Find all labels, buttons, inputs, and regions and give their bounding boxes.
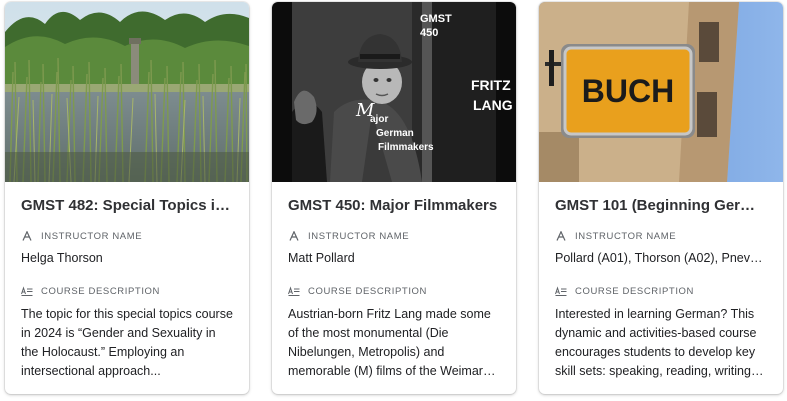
image-text-subtitle-1: ajor [370, 114, 388, 125]
image-text-subtitle-2: German [376, 128, 414, 139]
instructor-name: Pollard (A01), Thorson (A02), Pnevmonido… [555, 251, 767, 265]
instructor-label-row: INSTRUCTOR NAME [21, 229, 233, 243]
instructor-icon [21, 230, 33, 242]
instructor-label: INSTRUCTOR NAME [575, 230, 677, 242]
course-card-gmst-450[interactable]: GMST 450 FRITZ LANG M ajor German Filmma… [272, 2, 516, 394]
image-text-course-code-1: GMST [420, 13, 452, 25]
image-text-sign: BUCH [582, 73, 674, 109]
instructor-label: INSTRUCTOR NAME [308, 230, 410, 242]
description-label-row: COURSE DESCRIPTION [288, 284, 500, 298]
course-image-buch-sign: BUCH [539, 2, 783, 182]
instructor-icon [288, 230, 300, 242]
image-text-director-2: LANG [473, 97, 513, 113]
image-text-course-code-2: 450 [420, 27, 438, 39]
course-description: Austrian-born Fritz Lang made some of th… [288, 307, 491, 378]
description-label: COURSE DESCRIPTION [308, 285, 428, 297]
description-label-row: COURSE DESCRIPTION [21, 284, 233, 298]
course-title[interactable]: GMST 450: Major Filmmakers [288, 197, 500, 215]
description-label-row: COURSE DESCRIPTION [555, 284, 767, 298]
instructor-icon [555, 230, 567, 242]
description-label: COURSE DESCRIPTION [41, 285, 161, 297]
course-image-lake-reeds [5, 2, 249, 182]
description-icon [288, 285, 300, 297]
instructor-name: Matt Pollard [288, 251, 355, 265]
instructor-label-row: INSTRUCTOR NAME [288, 229, 500, 243]
course-title[interactable]: GMST 482: Special Topics in German Studi… [21, 197, 233, 215]
course-image-film-still: GMST 450 FRITZ LANG M ajor German Filmma… [272, 2, 516, 182]
course-description: Interested in learning German? This dyna… [555, 307, 757, 378]
instructor-name: Helga Thorson [21, 251, 103, 265]
instructor-label: INSTRUCTOR NAME [41, 230, 143, 242]
description-icon [555, 285, 567, 297]
instructor-label-row: INSTRUCTOR NAME [555, 229, 767, 243]
course-card-gmst-482[interactable]: GMST 482: Special Topics in German Studi… [5, 2, 249, 394]
description-icon [21, 285, 33, 297]
image-text-director-1: FRITZ [471, 77, 511, 93]
course-card-gmst-101[interactable]: BUCH GMST 101 (Beginning German I) INSTR… [539, 2, 783, 394]
course-title[interactable]: GMST 101 (Beginning German I) [555, 197, 767, 215]
description-label: COURSE DESCRIPTION [575, 285, 695, 297]
course-description: The topic for this special topics course… [21, 307, 233, 378]
image-text-subtitle-3: Filmmakers [378, 142, 434, 153]
